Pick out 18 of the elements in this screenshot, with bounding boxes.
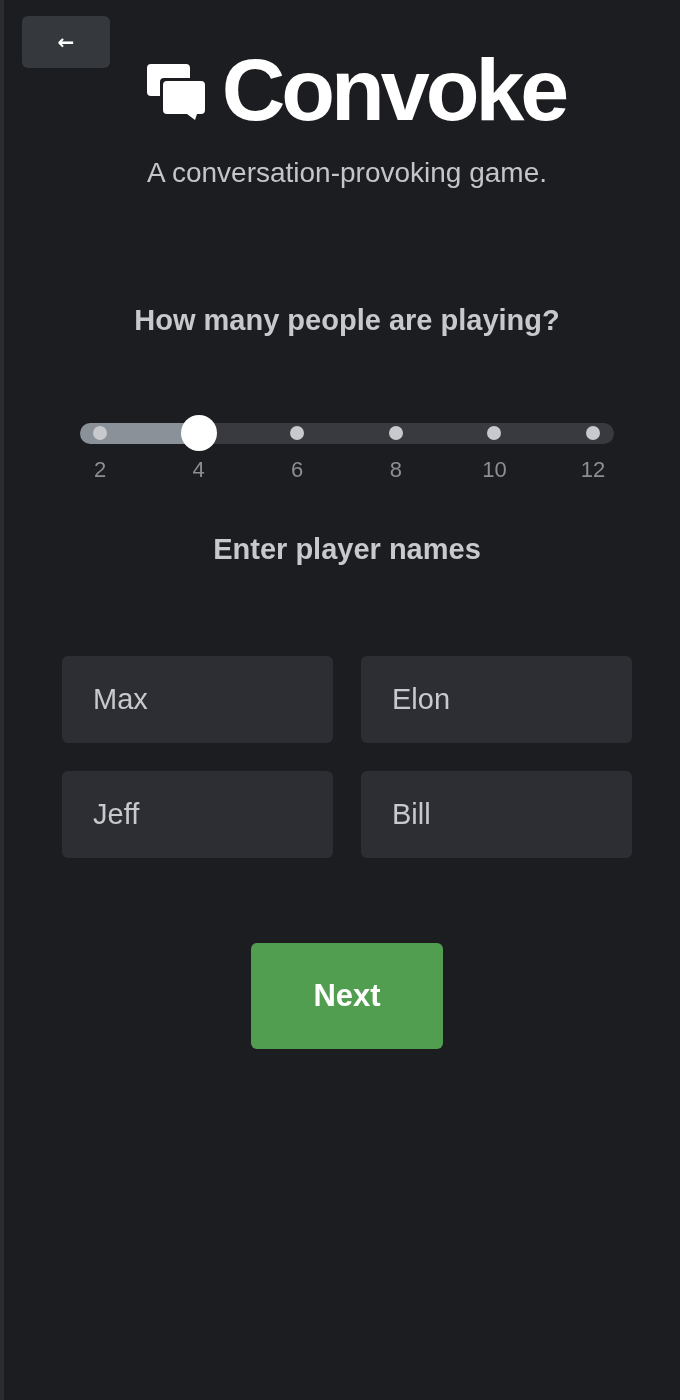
player-name-field[interactable]: Max [62, 656, 333, 743]
back-button[interactable]: ← [22, 16, 110, 68]
tick-label: 8 [389, 457, 402, 483]
tick-label: 2 [93, 457, 107, 483]
tagline: A conversation-provoking game. [147, 156, 547, 190]
slider-track[interactable] [80, 415, 614, 451]
tick-label: 10 [482, 457, 507, 483]
logo-text: Convoke [221, 46, 566, 134]
tick-label: 6 [291, 457, 304, 483]
tick-label: 12 [580, 457, 606, 483]
tick-label: 4 [192, 457, 205, 483]
player-name-field[interactable]: Elon [361, 656, 632, 743]
player-name-field[interactable]: Bill [361, 771, 632, 858]
player-count-question: How many people are playing? [134, 303, 560, 338]
slider-thumb[interactable] [180, 415, 217, 451]
player-name-field[interactable]: Jeff [62, 771, 333, 858]
speech-bubbles-icon [146, 64, 205, 120]
player-names-heading: Enter player names [213, 532, 481, 567]
